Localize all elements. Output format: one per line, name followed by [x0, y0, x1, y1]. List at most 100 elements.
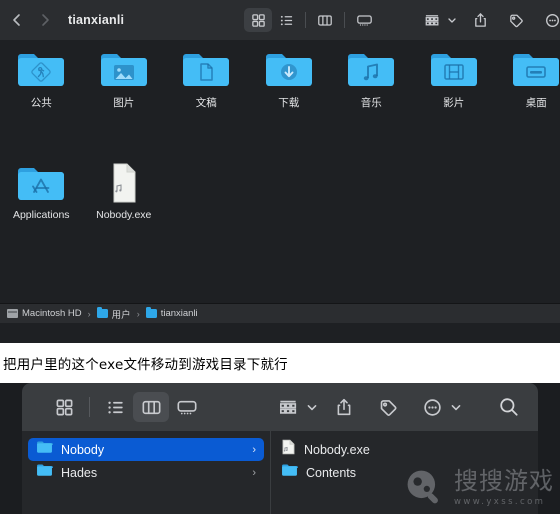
folder-icon — [36, 440, 53, 459]
file-label: 图片 — [113, 97, 135, 109]
folder-pictures-icon — [98, 48, 150, 90]
chevron-right-icon: › — [252, 443, 256, 456]
breadcrumb-item-macintosh-hd[interactable]: Macintosh HD — [7, 308, 82, 319]
exe-file-icon — [98, 162, 150, 204]
breadcrumb-label: 用户 — [111, 309, 131, 321]
gallery-view-button[interactable] — [169, 392, 205, 422]
share-button[interactable] — [326, 392, 362, 422]
view-mode-group — [46, 392, 205, 422]
group-icon — [425, 14, 439, 25]
folder-icon — [36, 463, 53, 482]
more-options-button[interactable] — [414, 392, 450, 422]
file-item-downloads[interactable]: 下载 — [248, 48, 331, 110]
folder-icon — [281, 463, 298, 482]
toolbar-divider — [305, 12, 306, 28]
file-label: 音乐 — [360, 97, 382, 109]
gallery-view-button[interactable] — [350, 8, 378, 32]
column-view-button[interactable] — [133, 392, 169, 422]
column-view-button[interactable] — [311, 8, 339, 32]
folder-documents-icon — [180, 48, 232, 90]
more-options-chevron-down-icon[interactable] — [450, 401, 462, 413]
file-item-documents[interactable]: 文稿 — [165, 48, 248, 110]
tag-icon — [510, 14, 523, 27]
column-first: Nobody › Hades › — [22, 431, 271, 514]
file-grid-row-2: Applications Nobody.exe — [0, 162, 165, 221]
file-label: 下载 — [278, 97, 300, 109]
file-item-applications[interactable]: Applications — [0, 162, 83, 221]
columns-icon — [142, 400, 160, 414]
grid-icon — [56, 399, 72, 415]
list-item-label: Nobody.exe — [304, 442, 370, 457]
finder-window-top: tianxianli 公共 图片 文稿 下载 音乐 影片 桌面 Applicat… — [0, 0, 560, 343]
share-button[interactable] — [466, 8, 494, 32]
more-options-button[interactable] — [538, 8, 560, 32]
list-item[interactable]: Nobody.exe — [277, 438, 532, 461]
file-label: Applications — [12, 209, 70, 221]
toolbar-divider — [89, 397, 90, 417]
folder-movies-icon — [428, 48, 480, 90]
file-label: 影片 — [443, 97, 465, 109]
breadcrumb: Macintosh HD › 用户 › tianxianli — [0, 303, 560, 323]
file-item-public[interactable]: 公共 — [0, 48, 83, 110]
navigation-buttons — [8, 11, 54, 29]
tags-button[interactable] — [502, 8, 530, 32]
back-arrow-icon[interactable] — [8, 11, 26, 29]
file-label: 公共 — [30, 97, 52, 109]
list-item-label: Hades — [61, 465, 98, 480]
toolbar-right-group — [244, 0, 560, 40]
gallery-icon — [356, 14, 372, 26]
group-by-button[interactable] — [270, 392, 306, 422]
caption-bar: 把用户里的这个exe文件移动到游戏目录下就行 — [0, 343, 560, 383]
file-label: 文稿 — [195, 97, 217, 109]
ellipsis-circle-icon — [423, 398, 441, 416]
columns-icon — [318, 14, 332, 26]
finder-toolbar-bottom — [22, 383, 538, 431]
share-icon — [474, 13, 486, 27]
tag-icon — [380, 399, 397, 416]
breadcrumb-item-tianxianli[interactable]: tianxianli — [145, 307, 198, 319]
list-item[interactable]: Hades › — [28, 461, 264, 484]
group-by-chevron-down-icon[interactable] — [446, 14, 458, 26]
breadcrumb-separator: › — [87, 308, 91, 319]
ellipsis-circle-icon — [545, 13, 559, 27]
finder-content-area: 公共 图片 文稿 下载 音乐 影片 桌面 Applications Nobody… — [0, 40, 560, 323]
list-icon — [280, 15, 292, 25]
breadcrumb-label: Macintosh HD — [22, 308, 82, 319]
list-icon — [107, 401, 123, 413]
finder-window-bottom: Nobody › Hades › Nobody.exe Contents — [22, 383, 538, 514]
file-item-desktop[interactable]: 桌面 — [495, 48, 560, 110]
icon-view-button[interactable] — [46, 392, 82, 422]
search-button[interactable] — [498, 383, 520, 431]
harddisk-icon — [7, 309, 18, 318]
icon-view-button[interactable] — [244, 8, 272, 32]
folder-music-icon — [345, 48, 397, 90]
breadcrumb-separator: › — [136, 308, 140, 319]
list-item[interactable]: Nobody › — [28, 438, 264, 461]
folder-desktop-icon — [510, 48, 560, 90]
list-view-button[interactable] — [97, 392, 133, 422]
file-item-music[interactable]: 音乐 — [330, 48, 413, 110]
folder-icon — [96, 307, 108, 318]
list-item[interactable]: Contents — [277, 461, 532, 484]
search-icon — [500, 398, 518, 416]
file-label: 桌面 — [525, 97, 547, 109]
folder-icon — [145, 307, 157, 318]
group-by-chevron-down-icon[interactable] — [306, 401, 318, 413]
toolbar-actions-group — [270, 383, 462, 431]
tags-button[interactable] — [370, 392, 406, 422]
file-item-nobody-exe[interactable]: Nobody.exe — [83, 162, 166, 221]
breadcrumb-item-users[interactable]: 用户 — [96, 307, 131, 321]
folder-public-icon — [15, 48, 67, 90]
group-by-button[interactable] — [418, 8, 446, 32]
forward-arrow-icon[interactable] — [36, 11, 54, 29]
list-view-button[interactable] — [272, 8, 300, 32]
file-label: Nobody.exe — [96, 209, 152, 221]
caption-text: 把用户里的这个exe文件移动到游戏目录下就行 — [3, 357, 288, 373]
file-item-movies[interactable]: 影片 — [413, 48, 496, 110]
gallery-icon — [177, 400, 197, 414]
column-second: Nobody.exe Contents — [271, 431, 538, 514]
list-item-label: Nobody — [61, 442, 105, 457]
file-item-pictures[interactable]: 图片 — [83, 48, 166, 110]
breadcrumb-label: tianxianli — [160, 308, 198, 319]
group-icon — [280, 400, 297, 414]
